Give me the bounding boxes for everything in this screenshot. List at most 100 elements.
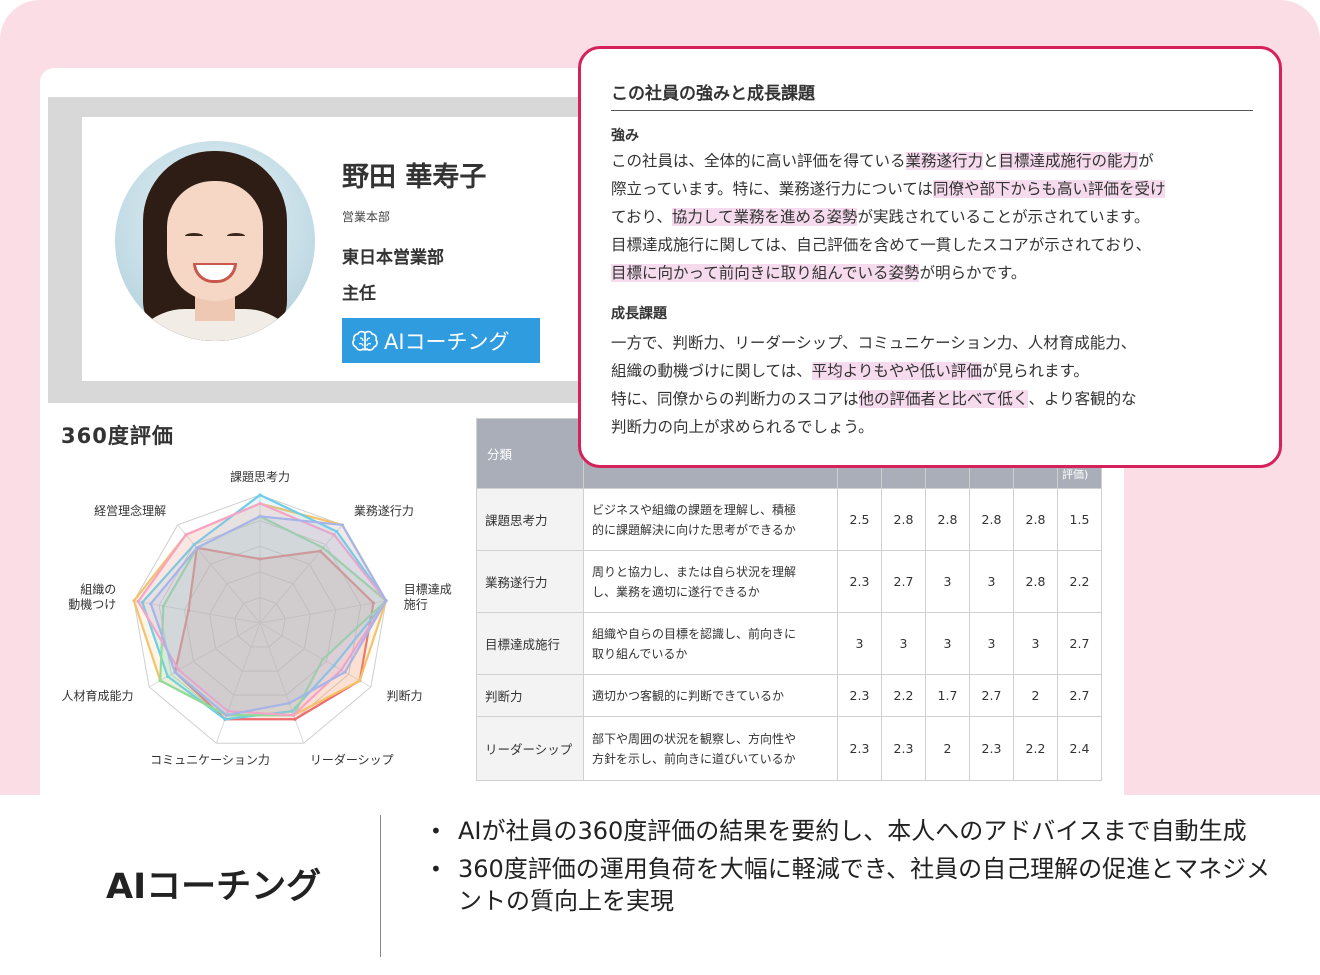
table-cell-score: 2.8 [881,488,926,551]
employee-name: 野田 華寿子 [342,162,487,193]
table-cell-description: 適切かつ客観的に判断できているか [583,674,838,717]
employee-title: 主任 [342,284,376,304]
radar-axis-label: 判断力 [386,688,422,703]
popup-line: 一方で、判断力、リーダーシップ、コミュニケーション力、人材育成能力、 [611,329,1271,357]
text-segment: 目標達成施行に関しては、自己評価を含めて一貫したスコアが示されており、 [611,236,1152,254]
radar-point [184,533,188,537]
radar-point [291,713,296,717]
table-row: 業務遂行力 周りと協力し、または自ら状況を理解 し、業務を適切に遂行できるか 2.3 2… [476,550,1102,613]
popup-line: ており、協力して業務を進める姿勢が実践されていることが示されています。 [611,203,1271,231]
table-row: 判断力 適切かつ客観的に判断できているか 2.3 2.2 1.7 2.7 2 2.7 [476,674,1102,717]
radar-point [258,501,262,506]
text-segment: 特に、同僚からの判断力のスコアは [611,390,859,408]
text-segment: と [983,152,999,170]
radar-point [158,679,162,683]
divider [380,815,381,957]
table-cell-score: 2.3 [969,716,1014,781]
radar-point [223,717,227,721]
radar-point [149,602,153,606]
text-segment: が [1138,152,1154,170]
table-cell-score: 2.7 [969,674,1014,717]
text-segment: 組織の動機づけに関しては、 [611,362,812,380]
table-cell-score: 2.7 [1057,674,1102,717]
table-cell-score: 2.3 [881,716,926,781]
feature-bullet: 360度評価の運用負荷を大幅に軽減でき、社員の自己理解の促進とマネジメントの質向… [430,853,1290,917]
table-cell-category: 目標達成施行 [476,612,584,675]
table-cell-score: 1.7 [925,674,970,717]
radar-axis-label: リーダーシップ [310,752,394,767]
table-cell-score: 3 [969,550,1014,613]
table-cell-category: 判断力 [476,674,584,717]
radar-axis-label: コミュニケーション力 [150,753,270,767]
table-cell-score: 2.4 [1057,716,1102,781]
highlighted-phrase: 目標に向かって前向きに取り組んでいる姿勢 [611,264,920,282]
radar-point [258,514,262,518]
strengths-text: この社員は、全体的に高い評価を得ている業務遂行力と目標達成施行の能力が 際立ってい… [611,147,1271,287]
table-cell-score: 2.8 [1013,488,1058,551]
radar-axis-label: 目標達成施行 [404,583,452,612]
popup-line: 際立っています。特に、業務遂行力については同僚や部下からも高い評価を受け [611,175,1271,203]
table-cell-score: 2.8 [925,488,970,551]
radar-point [195,546,199,550]
table-cell-description: 部下や周囲の状況を観察し、方向性や 方針を示し、前向きに道びいているか [583,716,838,781]
text-segment: この社員は、全体的に高い評価を得ている [611,152,906,170]
table-cell-score: 2 [925,716,970,781]
radar-point [136,599,140,604]
table-cell-score: 2.7 [1057,612,1102,675]
table-header-category: 分類 [476,418,584,489]
radar-point [358,679,362,683]
table-cell-score: 3 [837,612,882,675]
table-cell-score: 2.3 [837,716,882,781]
popup-line: この社員は、全体的に高い評価を得ている業務遂行力と目標達成施行の能力が [611,147,1271,175]
table-cell-category: 課題思考力 [476,488,584,551]
feature-bullets: AIが社員の360度評価の結果を要約し、本人へのアドバイスまで自動生成 360度… [430,815,1290,923]
table-row: 課題思考力 ビジネスや組織の課題を理解し、積極 的に課題解決に向けた思考ができるか 2… [476,488,1102,551]
table-cell-score: 2.3 [837,674,882,717]
radar-axis-label: 組織の動機つけ [68,583,116,612]
highlighted-phrase: 平均よりもやや低い評価 [811,362,982,380]
table-cell-score: 2.2 [1057,550,1102,613]
text-segment: 判断力の向上が求められるでしょう。 [611,418,874,436]
radar-axis-label: 業務遂行力 [354,504,414,518]
popup-line: 特に、同僚からの判断力のスコアは他の評価者と比べて低く、より客観的な [611,385,1271,413]
text-segment: ており、 [611,208,672,226]
radar-point [258,493,262,497]
text-segment: 一方で、判断力、リーダーシップ、コミュニケーション力、人材育成能力、 [611,334,1137,352]
radar-axis-label: 人材育成能力 [62,688,134,703]
popup-line: 組織の動機づけに関しては、平均よりもやや低い評価が見られます。 [611,357,1271,385]
table-cell-category: リーダーシップ [476,716,584,781]
popup-title: この社員の強みと成長課題 [611,79,1253,111]
text-segment: 際立っています。特に、業務遂行力については [611,180,933,198]
employee-department: 営業本部 [342,210,391,224]
employee-team: 東日本営業部 [342,248,444,268]
popup-line: 判断力の向上が求められるでしょう。 [611,413,1271,441]
table-cell-description: 周りと協力し、または自ら状況を理解 し、業務を適切に遂行できるか [583,550,838,613]
text-segment: が見られます。 [981,362,1089,380]
avatar [115,141,315,341]
table-row: リーダーシップ 部下や周囲の状況を観察し、方向性や 方針を示し、前向きに道びいている… [476,716,1102,781]
ai-coaching-button[interactable]: AIコーチング [342,318,540,363]
radar-point [173,670,177,674]
table-cell-score: 2.2 [1013,716,1058,781]
strengths-heading: 強み [611,128,639,144]
highlighted-phrase: 同僚や部下からも高い評価を受け [932,180,1166,198]
highlighted-phrase: 他の評価者と比べて低く [858,390,1029,408]
popup-line: 目標に向かって前向きに取り組んでいる姿勢が明らかです。 [611,259,1271,287]
feature-title: AIコーチング [106,867,322,907]
text-segment: が実践されていることが示されています。 [857,208,1150,226]
table-cell-score: 3 [969,612,1014,675]
table-cell-score: 2.2 [881,674,926,717]
highlighted-phrase: 業務遂行力 [905,152,984,170]
popup-line: 目標達成施行に関しては、自己評価を含めて一貫したスコアが示されており、 [611,231,1271,259]
feature-bullet: AIが社員の360度評価の結果を要約し、本人へのアドバイスまで自動生成 [430,815,1290,847]
table-cell-score: 3 [925,550,970,613]
score-table: 分類 評価) 課題思考力 ビジネスや組織の課題を理解し、積極 的に課題解決に向けた思… [476,418,1102,781]
evaluation-heading: 360度評価 [61,424,174,448]
table-cell-description: 組織や自らの目標を認識し、前向きに 取り組んでいるか [583,612,838,675]
radar-axis-label: 課題思考力 [230,469,290,484]
radar-chart: 課題思考力業務遂行力目標達成施行判断力リーダーシップ コミュニケーション力 人材育成… [62,469,452,767]
challenges-heading: 成長課題 [611,306,667,322]
table-cell-score: 1.5 [1057,488,1102,551]
radar-axis-label: 経営理念理解 [94,503,166,518]
table-cell-score: 2.3 [837,550,882,613]
